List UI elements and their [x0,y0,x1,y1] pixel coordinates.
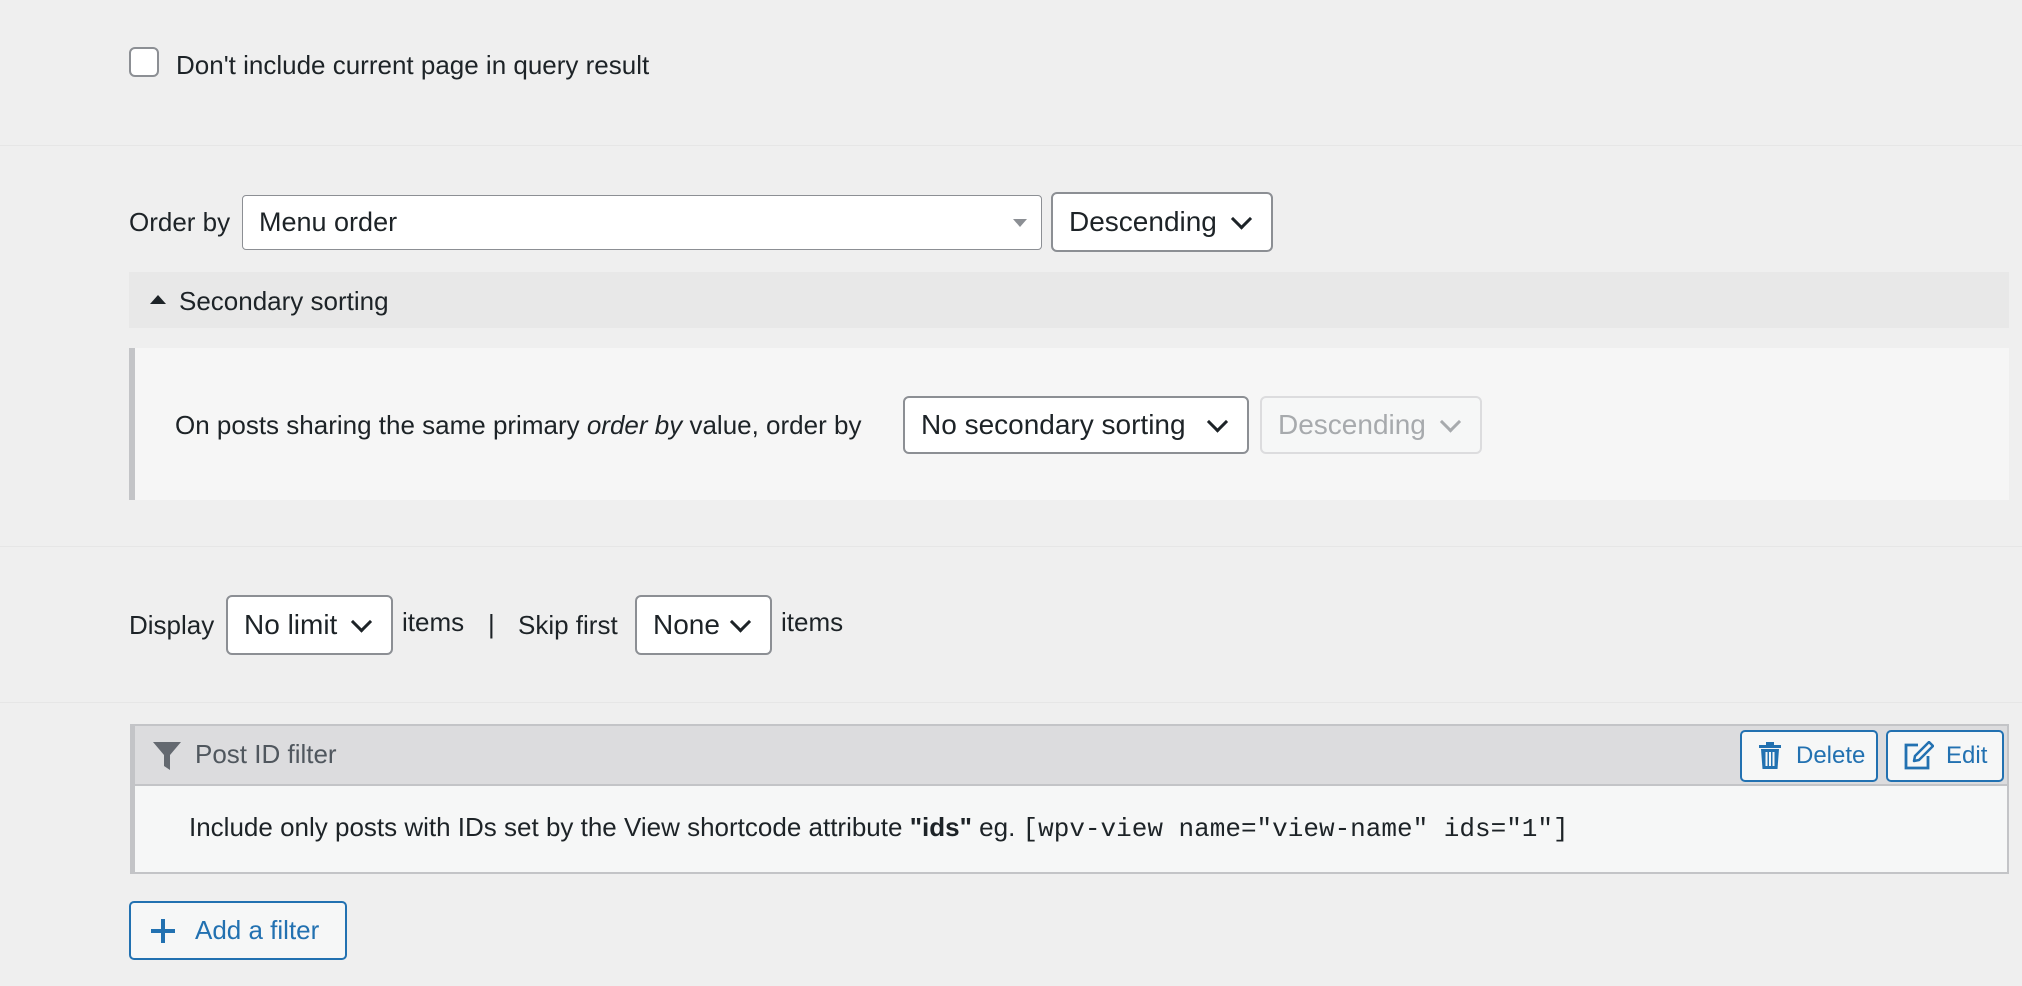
delete-button-label: Delete [1796,742,1866,769]
display-label: Display [129,610,215,640]
edit-icon [1902,741,1934,771]
secondary-direction-select[interactable]: Descending [1260,396,1482,454]
filter-header [135,726,2007,786]
caret-up-icon [150,295,166,304]
add-filter-button[interactable]: Add a filter [129,901,347,960]
items-label: items [402,607,465,637]
filter-icon [152,740,182,772]
trash-icon [1758,742,1782,770]
display-limit-select[interactable]: No limit [226,595,393,655]
secondary-order-select[interactable]: No secondary sorting [903,396,1249,454]
caret-down-icon [1013,218,1027,227]
order-by-select[interactable]: Menu order [242,195,1042,250]
skip-first-label: Skip first [518,610,618,640]
secondary-text-after: value, order by [682,410,862,440]
skip-first-select[interactable]: None [635,595,772,655]
filter-title: Post ID filter [195,739,337,769]
order-direction-value: Descending [1069,206,1217,237]
skip-first-value: None [653,609,720,640]
delete-filter-button[interactable]: Delete [1740,730,1878,782]
chevron-down-icon [1230,208,1253,230]
filter-desc-bold: "ids" [909,812,972,842]
filter-desc-middle: eg. [971,812,1023,842]
filter-desc-code: [wpv-view name="view-name" ids="1"] [1022,814,1569,844]
filter-desc-before: Include only posts with IDs set by the V… [189,812,910,842]
secondary-text-before: On posts sharing the same primary [175,410,587,440]
items-label: items [781,607,844,637]
chevron-down-icon [350,611,373,633]
chevron-down-icon [729,611,752,633]
secondary-sorting-label[interactable]: Secondary sorting [179,285,389,317]
chevron-down-icon [1206,411,1229,433]
secondary-text-emphasis: order by [586,410,683,440]
order-by-label: Order by [129,207,231,237]
secondary-order-value: No secondary sorting [921,409,1186,440]
limit-separator: | [488,609,495,639]
secondary-sorting-description: On posts sharing the same primary order … [175,409,861,441]
secondary-direction-value: Descending [1278,409,1426,440]
secondary-sorting-toggle[interactable] [129,272,2009,328]
filter-description: Include only posts with IDs set by the V… [189,811,1569,845]
order-direction-select[interactable]: Descending [1051,192,1273,252]
add-filter-label: Add a filter [195,915,320,945]
post-id-filter [130,724,2009,874]
display-limit-value: No limit [244,609,338,640]
edit-button-label: Edit [1946,742,1988,769]
chevron-down-icon [1439,411,1462,433]
plus-icon [151,918,175,943]
exclude-current-checkbox[interactable] [129,47,159,77]
exclude-current-label[interactable]: Don't include current page in query resu… [176,49,649,81]
order-by-select-value: Menu order [259,207,398,237]
edit-filter-button[interactable]: Edit [1886,730,2004,782]
